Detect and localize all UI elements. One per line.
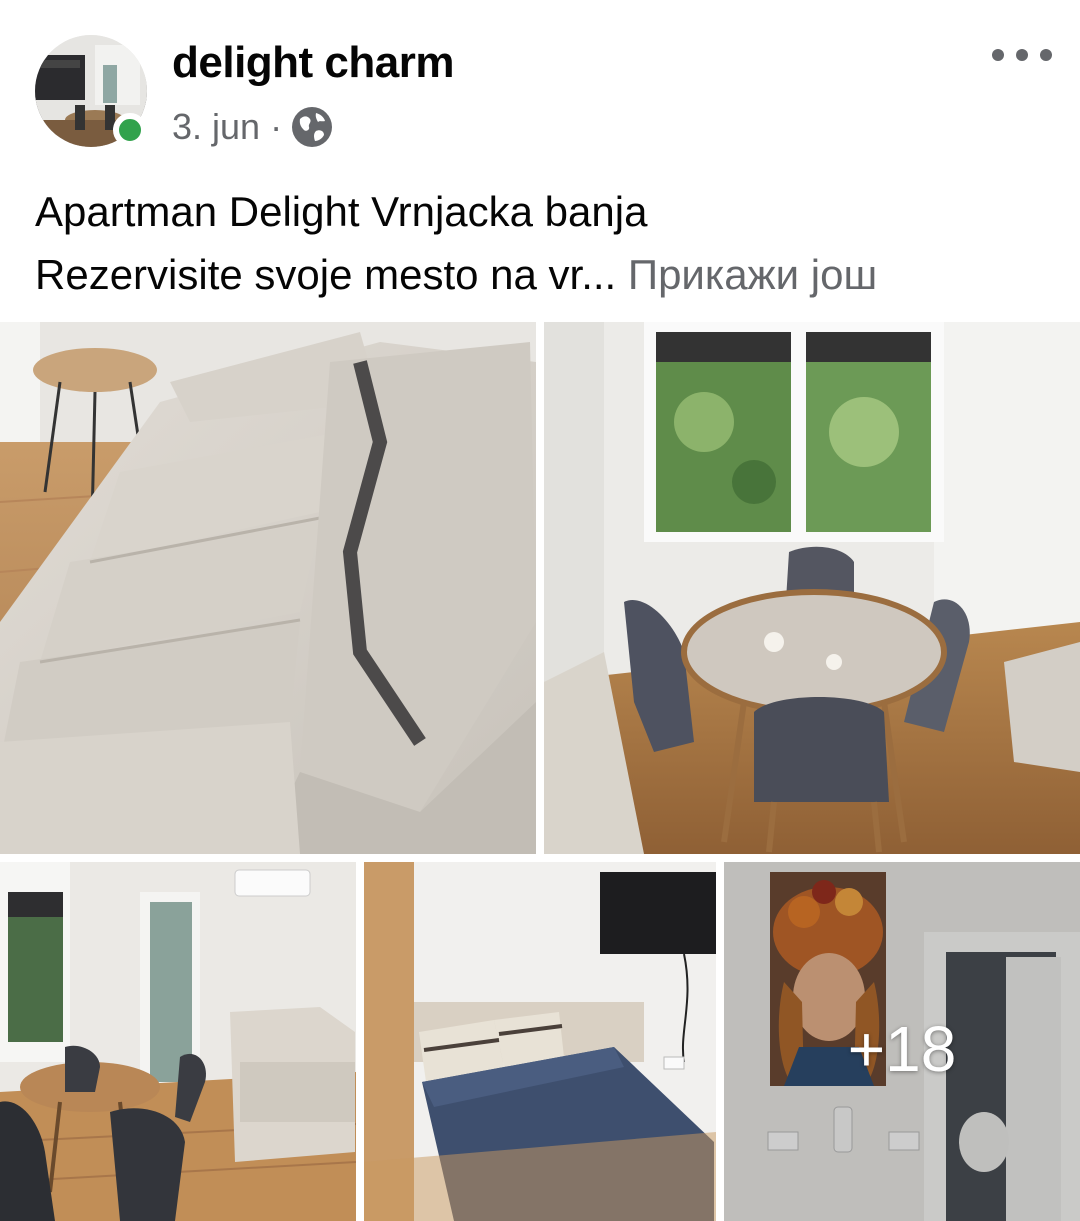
photo-sofa[interactable] [0, 322, 536, 854]
more-options-button[interactable] [992, 40, 1052, 70]
post-meta: 3. jun · [172, 104, 334, 150]
caption-line-2: Rezervisite svoje mesto na vr... Прикажи… [35, 243, 1045, 306]
photo-hallway[interactable]: +18 [724, 862, 1080, 1221]
meta-separator: · [270, 106, 283, 147]
post-caption: Apartman Delight Vrnjacka banja Rezervis… [35, 180, 1045, 306]
author-avatar[interactable] [35, 35, 147, 147]
photo-dining-table[interactable] [544, 322, 1080, 854]
photo-bedroom[interactable] [364, 862, 716, 1221]
more-photos-count[interactable]: +18 [724, 1012, 1080, 1086]
see-more-link[interactable]: Прикажи још [628, 251, 877, 298]
facebook-post: delight charm 3. jun · Apartman Delight … [0, 0, 1080, 1221]
more-options-dot [1040, 49, 1052, 61]
author-name[interactable]: delight charm [172, 38, 455, 88]
more-options-icon [992, 49, 1004, 61]
caption-line-1: Apartman Delight Vrnjacka banja [35, 188, 648, 235]
post-header: delight charm 3. jun · [0, 0, 1080, 170]
globe-icon[interactable] [290, 105, 334, 149]
photo-living-room[interactable] [0, 862, 356, 1221]
more-options-dot [1016, 49, 1028, 61]
online-status-dot [113, 113, 147, 147]
post-date[interactable]: 3. jun [172, 106, 260, 148]
caption-line-2-text: Rezervisite svoje mesto na vr... [35, 251, 617, 298]
